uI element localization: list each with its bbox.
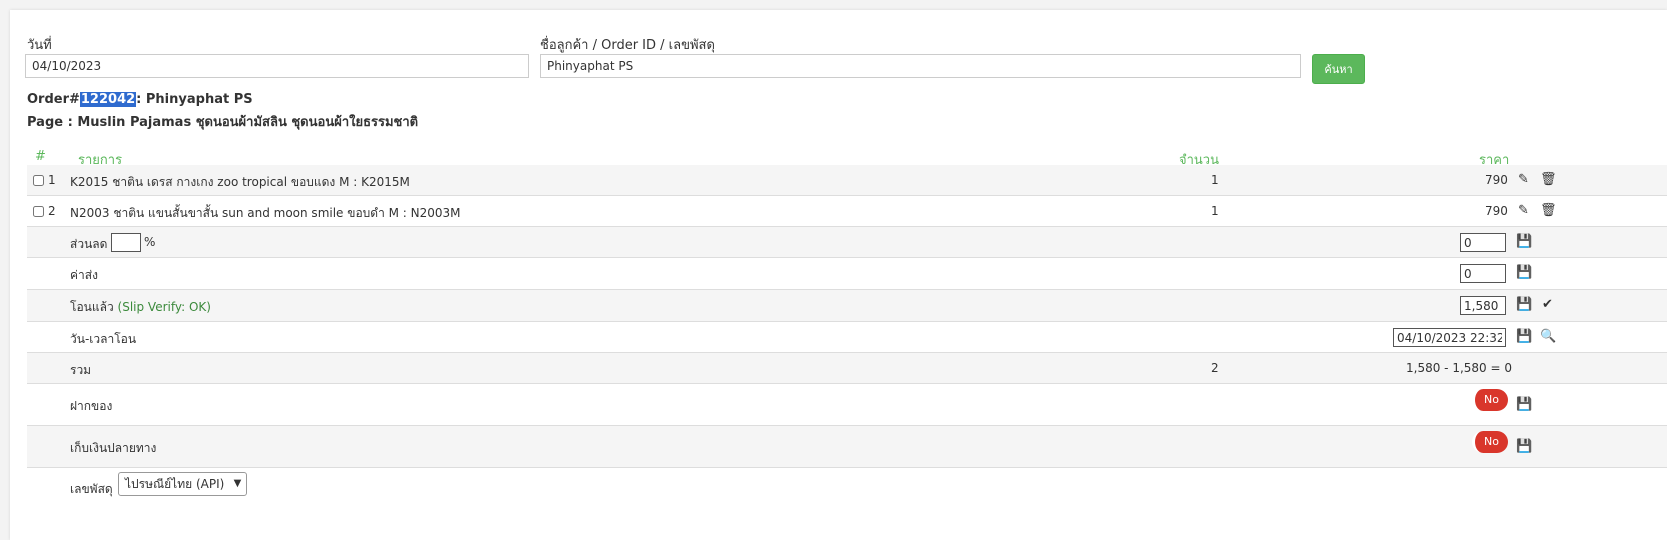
floppy-disk-icon[interactable]: 💾	[1516, 234, 1532, 249]
date-label: วันที่	[27, 38, 52, 53]
deposit-row: ฝากของ No 💾	[27, 384, 1667, 426]
order-panel: วันที่ ชื่อลูกค้า / Order ID / เลขพัสดุ …	[10, 10, 1667, 540]
total-qty: 2	[1211, 361, 1219, 375]
cod-label: เก็บเงินปลายทาง	[70, 441, 157, 455]
percent-sign: %	[144, 235, 156, 249]
order-id: 122042	[79, 92, 137, 107]
item-price: 790	[1485, 204, 1508, 218]
shipping-input[interactable]	[1460, 264, 1506, 283]
cod-row: เก็บเงินปลายทาง No 💾	[27, 426, 1667, 468]
pencil-icon[interactable]: ✎	[1516, 203, 1531, 218]
header-num: #	[35, 149, 46, 164]
transfer-row: โอนแล้ว (Slip Verify: OK) 💾 ✔	[27, 290, 1667, 322]
floppy-disk-icon[interactable]: 💾	[1516, 397, 1532, 412]
floppy-disk-icon[interactable]: 💾	[1516, 297, 1532, 312]
discount-label: ส่วนลด	[70, 237, 108, 251]
check-icon: ✔	[1542, 297, 1553, 312]
transfer-time-input[interactable]	[1393, 328, 1506, 347]
customer-search-input[interactable]	[540, 54, 1301, 78]
deposit-toggle[interactable]: No	[1472, 389, 1508, 411]
discount-row: ส่วนลด % 💾	[27, 227, 1667, 258]
order-title: Order#122042: Phinyaphat PS	[27, 92, 253, 107]
item-checkbox[interactable]	[33, 206, 44, 217]
total-label: รวม	[70, 363, 92, 377]
floppy-disk-icon[interactable]: 💾	[1516, 439, 1532, 454]
item-qty: 1	[1211, 204, 1219, 218]
shipping-row: ค่าส่ง 💾	[27, 258, 1667, 290]
trash-icon[interactable]: 🗑	[1540, 172, 1557, 187]
deposit-label: ฝากของ	[70, 399, 113, 413]
discount-percent-input[interactable]	[111, 233, 141, 252]
carrier-select[interactable]: ไปรษณีย์ไทย (API) ▼	[118, 472, 248, 496]
item-number: 1	[48, 173, 56, 187]
tracking-label: เลขพัสดุ	[70, 482, 113, 496]
slip-verify-status: (Slip Verify: OK)	[117, 300, 211, 314]
item-qty: 1	[1211, 173, 1219, 187]
total-balance: 1,580 - 1,580 = 0	[1406, 361, 1512, 375]
transfer-time-label: วัน-เวลาโอน	[70, 332, 137, 346]
order-customer: : Phinyaphat PS	[136, 92, 253, 107]
trash-icon[interactable]: 🗑	[1540, 203, 1557, 218]
table-row: 2 N2003 ชาติน แขนสั้นขาสั้น sun and moon…	[27, 196, 1667, 227]
search-icon[interactable]: 🔍	[1540, 329, 1556, 344]
discount-value-input[interactable]	[1460, 233, 1506, 252]
transfer-time-row: วัน-เวลาโอน 💾 🔍	[27, 322, 1667, 353]
table-row: 1 K2015 ชาติน เดรส กางเกง zoo tropical ข…	[27, 165, 1667, 196]
cod-toggle[interactable]: No	[1472, 431, 1508, 453]
item-checkbox[interactable]	[33, 175, 44, 186]
item-name: N2003 ชาติน แขนสั้นขาสั้น sun and moon s…	[70, 206, 461, 220]
pencil-icon[interactable]: ✎	[1516, 172, 1531, 187]
item-name: K2015 ชาติน เดรส กางเกง zoo tropical ขอบ…	[70, 175, 410, 189]
item-price: 790	[1485, 173, 1508, 187]
date-input[interactable]	[25, 54, 529, 78]
floppy-disk-icon[interactable]: 💾	[1516, 265, 1532, 280]
floppy-disk-icon[interactable]: 💾	[1516, 329, 1532, 344]
page-name: Page : Muslin Pajamas ชุดนอนผ้ามัสลิน ชุ…	[27, 115, 419, 130]
search-button[interactable]: ค้นหา	[1312, 54, 1365, 84]
tracking-row: เลขพัสดุ ไปรษณีย์ไทย (API) ▼	[27, 468, 1667, 506]
transfer-amount-input[interactable]	[1460, 296, 1506, 315]
customer-label: ชื่อลูกค้า / Order ID / เลขพัสดุ	[540, 38, 715, 53]
item-number: 2	[48, 204, 56, 218]
total-row: รวม 2 1,580 - 1,580 = 0	[27, 353, 1667, 384]
transfer-label: โอนแล้ว (Slip Verify: OK)	[70, 300, 211, 314]
order-prefix: Order#	[27, 92, 80, 107]
shipping-label: ค่าส่ง	[70, 268, 98, 282]
chevron-down-icon: ▼	[233, 478, 242, 489]
